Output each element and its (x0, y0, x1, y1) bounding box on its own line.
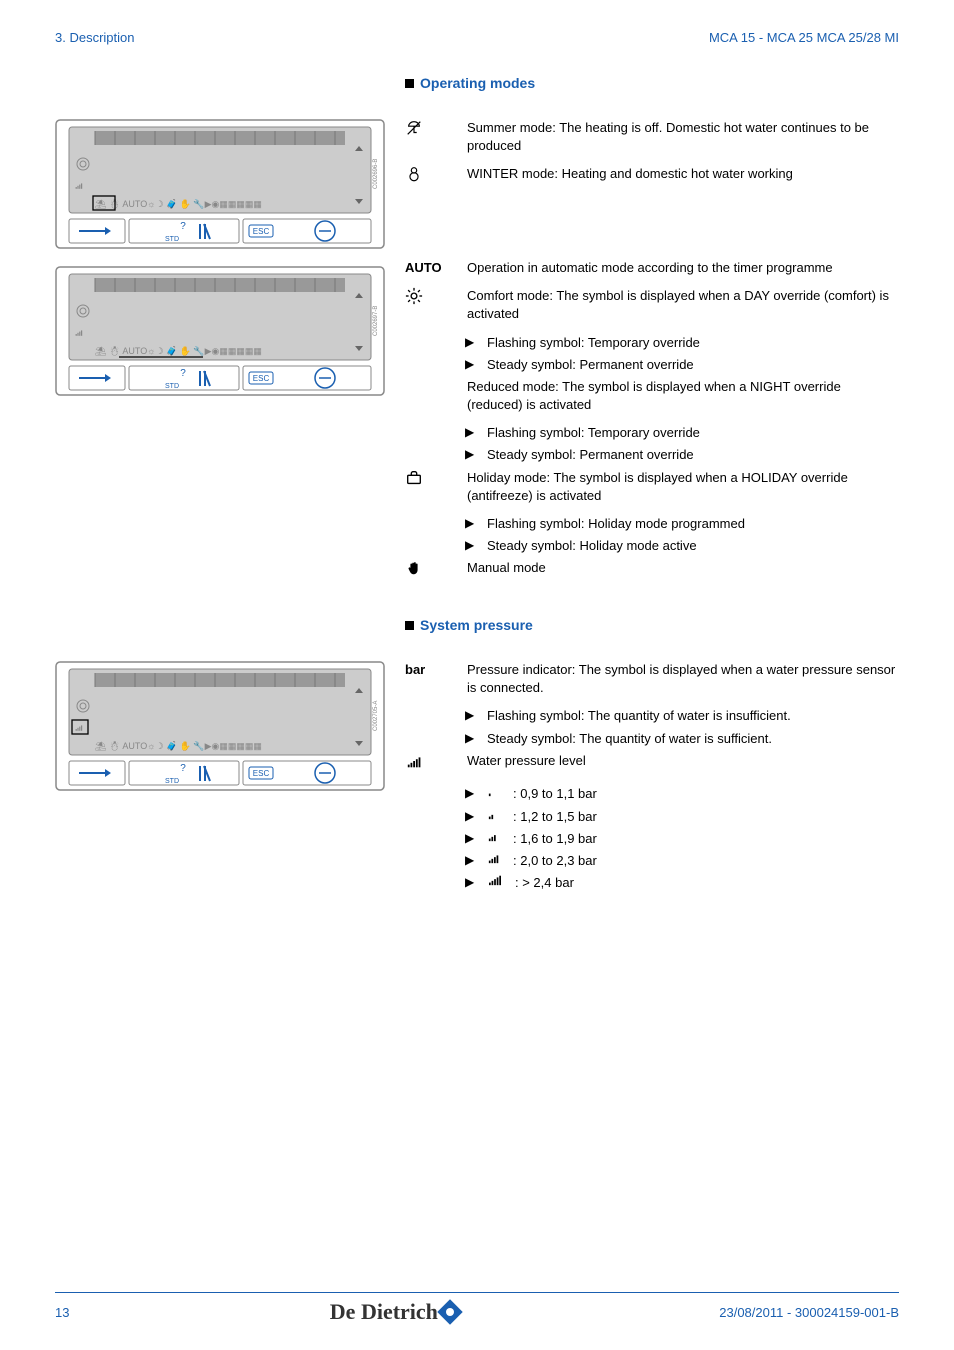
bar-label: bar (405, 661, 455, 697)
svg-text:C002705-A: C002705-A (373, 701, 379, 731)
chevron-right-icon: ▶ (465, 707, 475, 724)
summer-icon (405, 119, 455, 155)
chevron-right-icon: ▶ (465, 334, 475, 351)
control-panel-illustration: C002705-A (55, 661, 385, 896)
pressure-level: Water pressure level (405, 752, 899, 776)
chevron-right-icon: ▶ (465, 874, 475, 891)
page-number: 13 (55, 1305, 69, 1320)
footer-date: 23/08/2011 - 300024159-001-B (719, 1305, 899, 1320)
hand-icon (405, 559, 455, 583)
mode-auto: AUTO Operation in automatic mode accordi… (405, 259, 899, 277)
sun-icon (405, 287, 455, 323)
suitcase-icon (405, 469, 455, 505)
brand-logo: De Dietrich (330, 1299, 459, 1325)
chevron-right-icon: ▶ (465, 424, 475, 441)
winter-icon (405, 165, 455, 189)
chevron-right-icon: ▶ (465, 537, 475, 554)
control-panel-illustration: C002696-B C002697-B (55, 119, 385, 593)
chevron-right-icon: ▶ (465, 785, 475, 802)
diamond-icon (437, 1299, 462, 1324)
chevron-right-icon: ▶ (465, 446, 475, 463)
mode-holiday: Holiday mode: The symbol is displayed wh… (405, 469, 899, 505)
pressure-bar: bar Pressure indicator: The symbol is di… (405, 661, 899, 697)
chevron-right-icon: ▶ (465, 515, 475, 532)
page-footer: 13 De Dietrich 23/08/2011 - 300024159-00… (55, 1292, 899, 1325)
pressure-sublist: ▶Flashing symbol: The quantity of water … (465, 707, 899, 747)
bars-4-icon (487, 852, 501, 869)
bullet-square-icon (405, 621, 414, 630)
bars-5-icon (487, 874, 503, 891)
comfort-sublist: ▶Flashing symbol: Temporary override ▶St… (465, 334, 899, 374)
header-left: 3. Description (55, 30, 134, 45)
reduced-sublist: ▶Flashing symbol: Temporary override ▶St… (465, 424, 899, 464)
chevron-right-icon: ▶ (465, 356, 475, 373)
page-header: 3. Description MCA 15 - MCA 25 MCA 25/28… (55, 30, 899, 45)
bars-1-icon (487, 785, 501, 802)
header-right: MCA 15 - MCA 25 MCA 25/28 MI (709, 30, 899, 45)
signal-bars-icon (405, 752, 455, 776)
mode-manual: Manual mode (405, 559, 899, 583)
bars-2-icon (487, 808, 501, 825)
operating-modes-heading: Operating modes (405, 75, 899, 91)
mode-reduced: Reduced mode: The symbol is displayed wh… (405, 378, 899, 414)
svg-text:C002697-B: C002697-B (373, 306, 379, 336)
bullet-square-icon (405, 79, 414, 88)
pressure-level-sublist: ▶: 0,9 to 1,1 bar ▶: 1,2 to 1,5 bar ▶: 1… (465, 785, 899, 892)
svg-text:C002696-B: C002696-B (373, 159, 379, 189)
bars-3-icon (487, 830, 501, 847)
chevron-right-icon: ▶ (465, 730, 475, 747)
chevron-right-icon: ▶ (465, 808, 475, 825)
mode-summer: Summer mode: The heating is off. Domesti… (405, 119, 899, 155)
mode-comfort: Comfort mode: The symbol is displayed wh… (405, 287, 899, 323)
chevron-right-icon: ▶ (465, 852, 475, 869)
holiday-sublist: ▶Flashing symbol: Holiday mode programme… (465, 515, 899, 555)
moon-icon (405, 378, 455, 414)
system-pressure-heading: System pressure (405, 617, 899, 633)
auto-label: AUTO (405, 259, 455, 277)
mode-winter: WINTER mode: Heating and domestic hot wa… (405, 165, 899, 189)
chevron-right-icon: ▶ (465, 830, 475, 847)
